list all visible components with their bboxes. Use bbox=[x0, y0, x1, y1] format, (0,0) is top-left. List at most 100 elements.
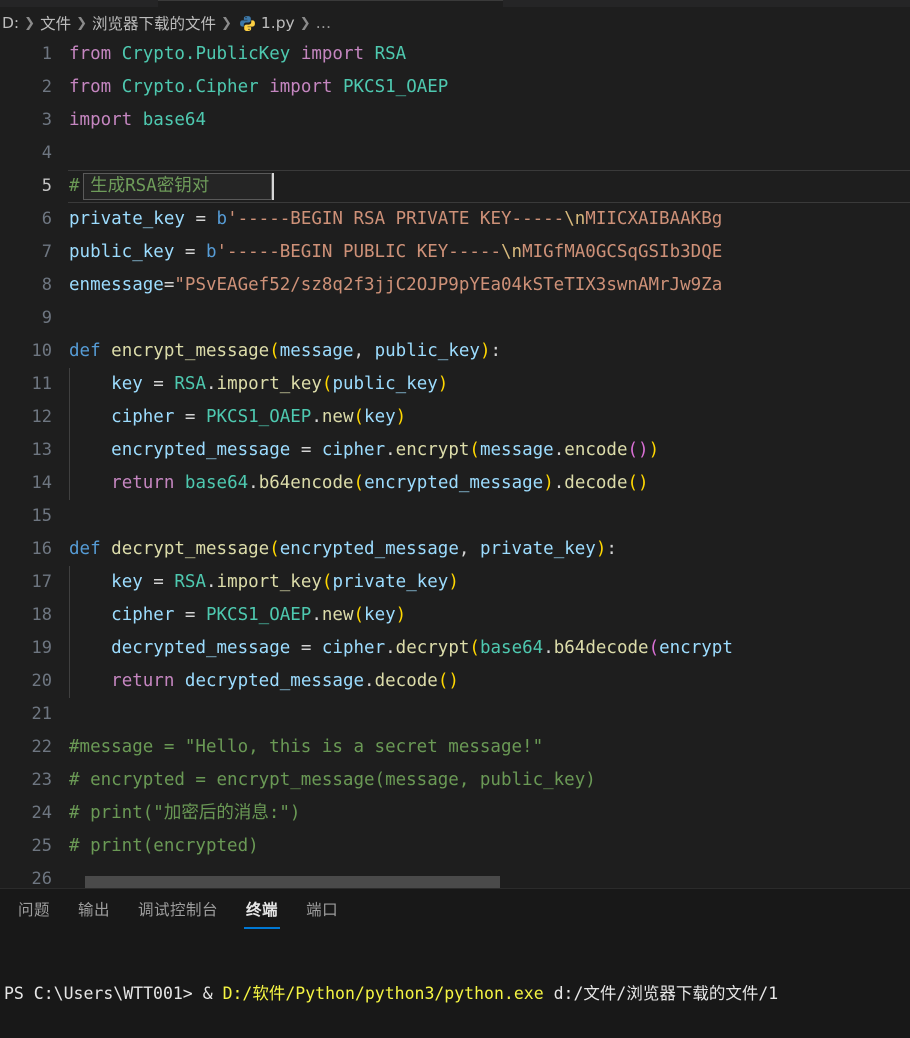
code-content[interactable]: cipher = PKCS1_OAEP.new(key) bbox=[69, 599, 406, 632]
code-row[interactable]: 24 # print("加密后的消息:") bbox=[0, 797, 910, 830]
code-content[interactable]: return base64.b64encode(encrypted_messag… bbox=[69, 467, 649, 500]
code-content[interactable]: cipher = PKCS1_OAEP.new(key) bbox=[69, 401, 406, 434]
code-row[interactable]: 3 import base64 bbox=[0, 104, 910, 137]
code-content[interactable]: decrypted_message = cipher.decrypt(base6… bbox=[69, 632, 733, 665]
code-content[interactable]: private_key = b'-----BEGIN RSA PRIVATE K… bbox=[69, 203, 722, 236]
code-content[interactable]: from Crypto.Cipher import PKCS1_OAEP bbox=[69, 71, 448, 104]
panel-tab-ports[interactable]: 端口 bbox=[292, 889, 352, 929]
line-number: 25 bbox=[31, 836, 52, 856]
code-row[interactable]: 25 # print(encrypted) bbox=[0, 830, 910, 863]
text-cursor bbox=[272, 173, 274, 200]
token-keyword: import bbox=[300, 44, 365, 64]
code-row[interactable]: 17 key = RSA.import_key(private_key) bbox=[0, 566, 910, 599]
terminal-ampersand: & bbox=[202, 984, 223, 1003]
code-row[interactable]: 13 encrypted_message = cipher.encrypt(me… bbox=[0, 434, 910, 467]
token-bracket: ) bbox=[543, 473, 554, 493]
code-editor[interactable]: 1 from Crypto.PublicKey import RSA 2 from … bbox=[0, 38, 910, 888]
panel-tab-problems[interactable]: 问题 bbox=[4, 889, 64, 929]
code-row[interactable]: 7 public_key = b'-----BEGIN PUBLIC KEY---… bbox=[0, 236, 910, 269]
code-content[interactable]: public_key = b'-----BEGIN PUBLIC KEY----… bbox=[69, 236, 722, 269]
code-row[interactable]: 4 bbox=[0, 137, 910, 170]
token-arg: public_key bbox=[332, 374, 438, 394]
token-bracket: ( bbox=[469, 440, 480, 460]
token-bracket: () bbox=[627, 473, 649, 493]
line-number: 5 bbox=[41, 176, 52, 196]
code-row[interactable]: 20 return decrypted_message.decode() bbox=[0, 665, 910, 698]
code-row[interactable]: 10 def encrypt_message(message, public_ke… bbox=[0, 335, 910, 368]
breadcrumb-separator: ❯ bbox=[221, 15, 232, 31]
code-content[interactable]: from Crypto.PublicKey import RSA bbox=[69, 38, 406, 71]
code-content[interactable]: # print(encrypted) bbox=[69, 830, 259, 863]
code-row[interactable]: 1 from Crypto.PublicKey import RSA bbox=[0, 38, 910, 71]
code-row[interactable]: 15 bbox=[0, 500, 910, 533]
breadcrumb-item-drive[interactable]: D: bbox=[2, 14, 19, 32]
code-content[interactable]: # encrypted = encrypt_message(message, p… bbox=[69, 764, 596, 797]
code-row[interactable]: 23 # encrypted = encrypt_message(message,… bbox=[0, 764, 910, 797]
line-number: 24 bbox=[31, 803, 52, 823]
token-module: Crypto.Cipher bbox=[121, 77, 259, 97]
token-module: RSA bbox=[174, 572, 206, 592]
code-row[interactable]: 12 cipher = PKCS1_OAEP.new(key) bbox=[0, 401, 910, 434]
code-row[interactable]: 6 private_key = b'-----BEGIN RSA PRIVATE … bbox=[0, 203, 910, 236]
token-dot: . bbox=[248, 473, 259, 493]
token-comma: , bbox=[353, 341, 375, 361]
code-content[interactable]: #message = "Hello, this is a secret mess… bbox=[69, 731, 543, 764]
code-row[interactable]: 22 #message = "Hello, this is a secret me… bbox=[0, 731, 910, 764]
token-string: "PSvEAGef52/sz8q2f3jjC2OJP9pYEa04kSTeTIX… bbox=[174, 275, 723, 295]
breadcrumb-item-folder-2[interactable]: 浏览器下载的文件 bbox=[92, 12, 216, 34]
scrollbar-thumb[interactable] bbox=[85, 876, 500, 888]
code-row[interactable]: 16 def decrypt_message(encrypted_message,… bbox=[0, 533, 910, 566]
indent-guide bbox=[69, 434, 70, 467]
line-number: 15 bbox=[31, 506, 52, 526]
token-bracket: ) bbox=[437, 374, 449, 394]
indent-guide bbox=[69, 467, 70, 500]
code-content[interactable]: return decrypted_message.decode() bbox=[69, 665, 459, 698]
panel-tab-terminal[interactable]: 终端 bbox=[232, 889, 292, 929]
panel-tab-label: 调试控制台 bbox=[138, 901, 219, 919]
token-function: new bbox=[321, 605, 354, 625]
code-lines[interactable]: 1 from Crypto.PublicKey import RSA 2 from … bbox=[0, 38, 910, 888]
token-dot: . bbox=[385, 638, 396, 658]
code-content[interactable]: enmessage="PSvEAGef52/sz8q2f3jjC2OJP9pYE… bbox=[69, 269, 722, 302]
token-keyword-def: def bbox=[69, 539, 101, 559]
code-content[interactable]: # 生成RSA密钥对 bbox=[69, 170, 209, 203]
code-content[interactable]: import base64 bbox=[69, 104, 206, 137]
code-content[interactable]: def encrypt_message(message, public_key)… bbox=[69, 335, 501, 368]
token-function: decrypt bbox=[395, 638, 470, 658]
code-content[interactable]: # print("加密后的消息:") bbox=[69, 797, 300, 830]
terminal-output[interactable]: PS C:\Users\WTT001> & D:/软件/Python/pytho… bbox=[0, 929, 910, 1038]
line-number: 16 bbox=[31, 539, 52, 559]
code-content[interactable]: def decrypt_message(encrypted_message, p… bbox=[69, 533, 617, 566]
token-operator: = bbox=[290, 440, 322, 460]
code-row[interactable]: 18 cipher = PKCS1_OAEP.new(key) bbox=[0, 599, 910, 632]
editor-horizontal-scrollbar[interactable] bbox=[0, 874, 910, 888]
token-bracket: ( bbox=[353, 605, 365, 625]
token-bracket: ( bbox=[269, 539, 280, 559]
token-function: encrypt bbox=[395, 440, 470, 460]
panel-tab-output[interactable]: 输出 bbox=[64, 889, 124, 929]
code-row[interactable]: 2 from Crypto.Cipher import PKCS1_OAEP bbox=[0, 71, 910, 104]
code-row-active[interactable]: 5 # 生成RSA密钥对 bbox=[0, 170, 910, 203]
terminal-script-arg: d:/文件/浏览器下载的文件/1 bbox=[543, 984, 779, 1003]
panel-tab-debug-console[interactable]: 调试控制台 bbox=[124, 889, 232, 929]
token-keyword: from bbox=[69, 44, 112, 64]
breadcrumb-item-symbols[interactable]: … bbox=[316, 14, 332, 32]
code-row[interactable]: 8 enmessage="PSvEAGef52/sz8q2f3jjC2OJP9pY… bbox=[0, 269, 910, 302]
token-operator: = bbox=[174, 407, 206, 427]
code-content[interactable]: encrypted_message = cipher.encrypt(messa… bbox=[69, 434, 659, 467]
code-content[interactable]: key = RSA.import_key(public_key) bbox=[69, 368, 448, 401]
token-dot: . bbox=[543, 638, 554, 658]
token-module: Crypto.PublicKey bbox=[121, 44, 291, 64]
code-content[interactable]: key = RSA.import_key(private_key) bbox=[69, 566, 459, 599]
code-row[interactable]: 9 bbox=[0, 302, 910, 335]
code-row[interactable]: 11 key = RSA.import_key(public_key) bbox=[0, 368, 910, 401]
code-row[interactable]: 14 return base64.b64encode(encrypted_mes… bbox=[0, 467, 910, 500]
editor-tab-active[interactable] bbox=[158, 0, 503, 8]
breadcrumb-item-folder-1[interactable]: 文件 bbox=[40, 12, 71, 34]
indent-guide bbox=[69, 599, 70, 632]
code-row[interactable]: 21 bbox=[0, 698, 910, 731]
code-row[interactable]: 19 decrypted_message = cipher.decrypt(ba… bbox=[0, 632, 910, 665]
token-string: MIGfMA0GCSqGSIb3DQE bbox=[522, 242, 723, 262]
breadcrumb-item-file[interactable]: 1.py bbox=[261, 14, 295, 32]
